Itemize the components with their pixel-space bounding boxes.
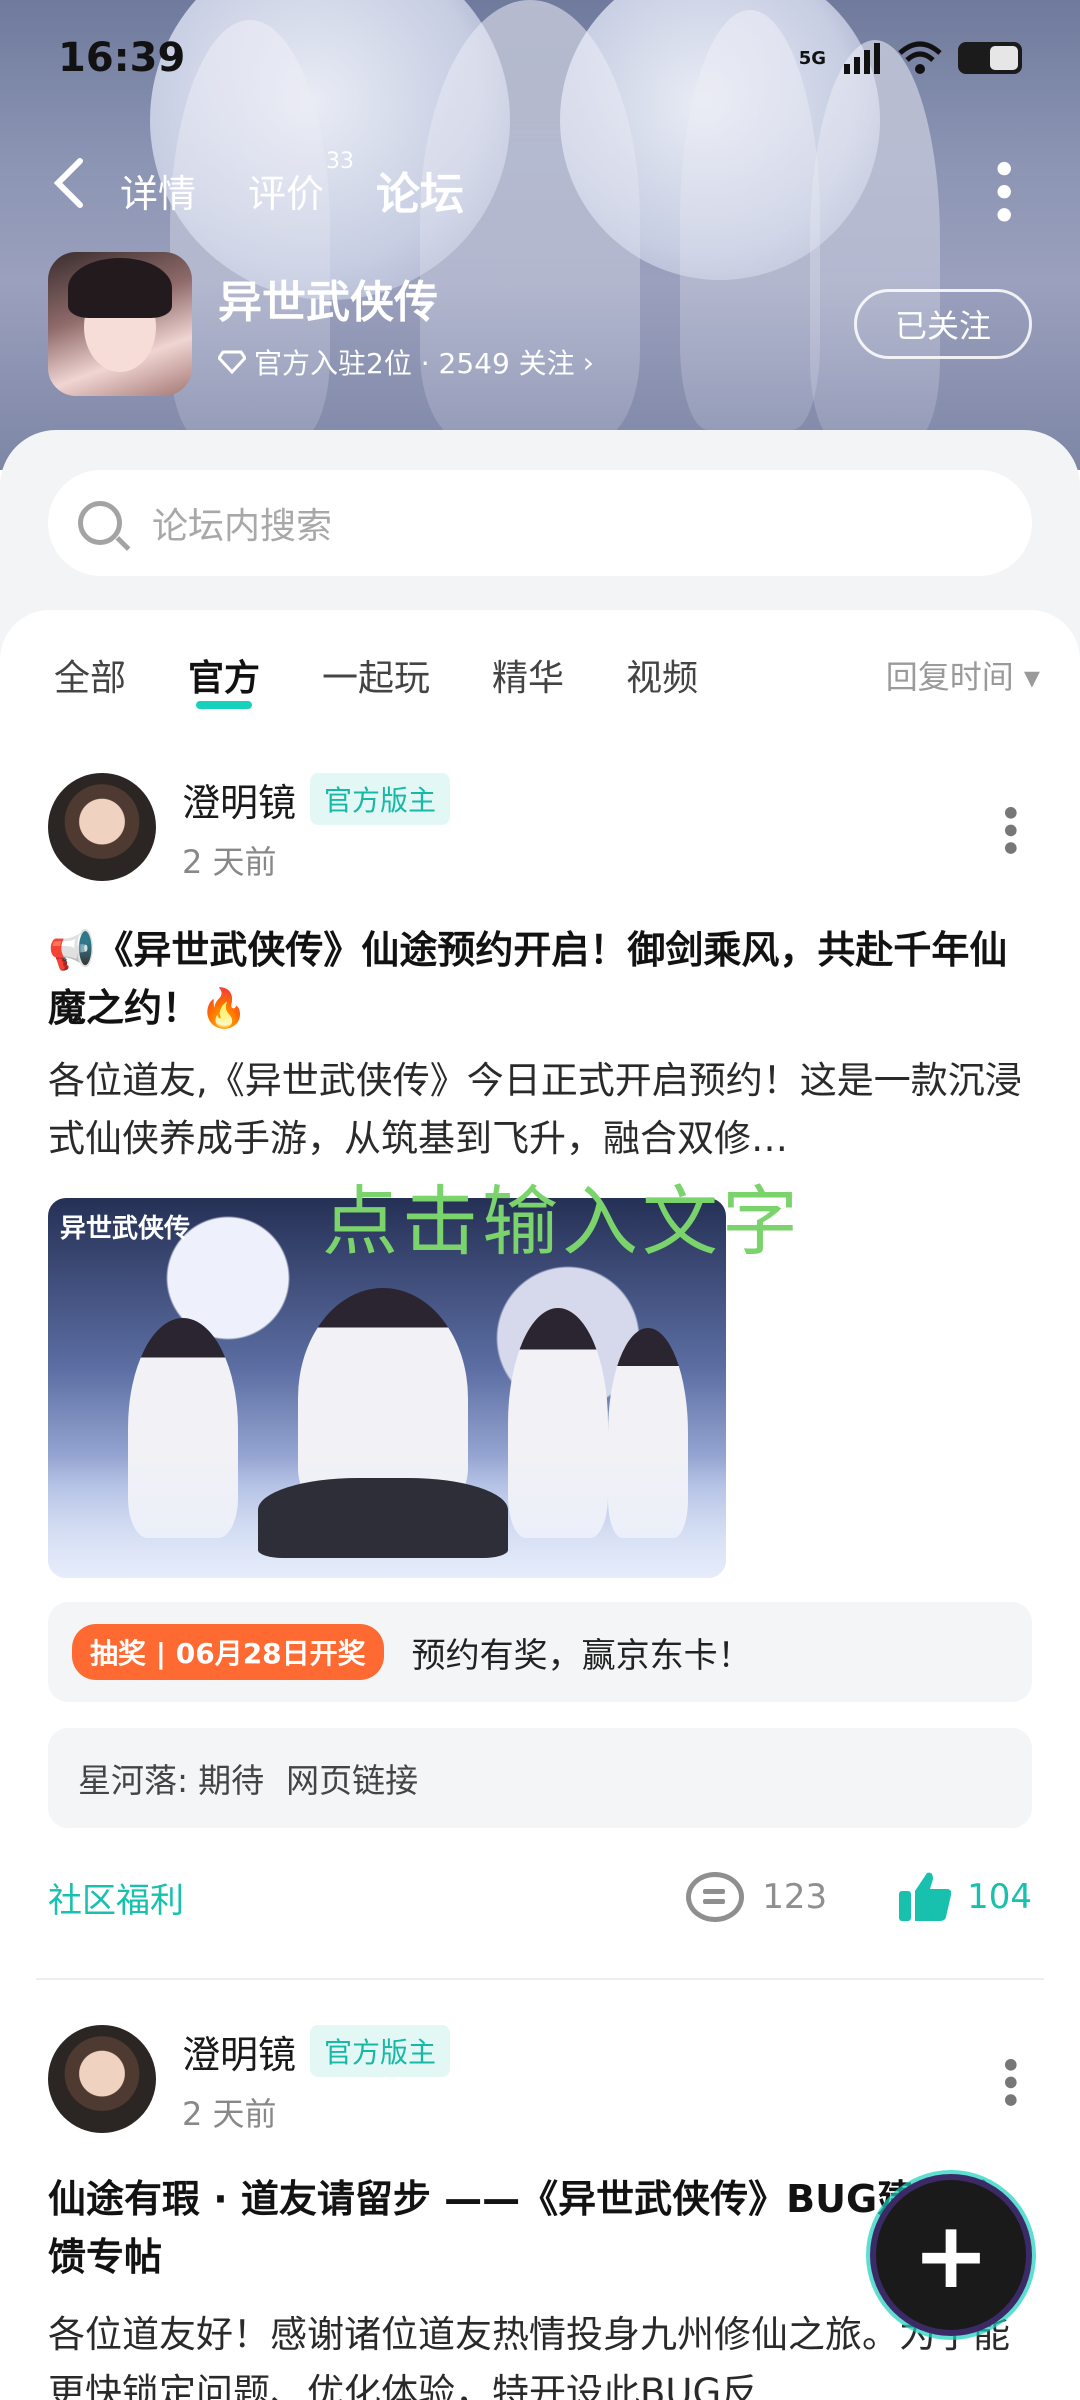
signal-icon (844, 43, 880, 74)
post-divider (36, 1978, 1044, 1980)
post-title[interactable]: 📢《异世武侠传》仙途预约开启！御剑乘风，共赴千年仙魔之约！🔥 (48, 921, 1020, 1037)
sort-dropdown[interactable]: 回复时间 ▾ (886, 652, 1040, 698)
post-header: 澄明镜 官方版主 2 天前 ••• (48, 2024, 1032, 2134)
tab-reviews-label: 评价 (248, 171, 325, 216)
comment-icon (686, 1872, 745, 1922)
image-rock (258, 1478, 508, 1558)
tab-reviews[interactable]: 评价 33 (248, 149, 354, 218)
role-badge: 官方版主 (310, 2025, 451, 2077)
diamond-icon (218, 350, 246, 374)
tab-forum-label: 论坛 (376, 169, 465, 220)
forum-search-input[interactable]: 论坛内搜索 (48, 470, 1032, 576)
input-text-overlay[interactable]: 点击输入文字 (322, 1160, 802, 1270)
comment-user: 星河落: (78, 1761, 189, 1800)
role-badge: 官方版主 (310, 773, 451, 825)
game-info: 异世武侠传 官方入驻2位 · 2549 关注 › (218, 266, 594, 382)
game-icon[interactable] (48, 252, 192, 396)
lottery-text: 预约有奖，赢京东卡！ (411, 1635, 752, 1676)
post-time: 2 天前 (182, 2094, 277, 2133)
status-bar: 16:39 5G (58, 30, 1022, 86)
author-line: 澄明镜 官方版主 (182, 2024, 451, 2079)
status-icons: 5G (799, 41, 1022, 75)
comment-count: 123 (762, 1877, 828, 1917)
top-nav: 详情 评价 33 论坛 ••• (50, 149, 1030, 230)
lottery-banner[interactable]: 抽奖 | 06月28日开奖 预约有奖，赢京东卡！ (48, 1602, 1032, 1702)
more-options-icon[interactable]: ••• (976, 155, 1030, 224)
filter-tabs: 全部 官方 一起玩 精华 视频 回复时间 ▾ (54, 640, 1040, 710)
filter-tab-video[interactable]: 视频 (626, 649, 698, 701)
review-count-badge: 33 (326, 148, 355, 174)
post-excerpt[interactable]: 各位道友好！感谢诸位道友热情投身九州修仙之旅。为了能更快锁定问题、优化体验，特开… (48, 2306, 1024, 2400)
create-post-button[interactable]: + (876, 2180, 1026, 2330)
chevron-right-icon: › (582, 345, 594, 379)
avatar[interactable] (48, 2025, 156, 2133)
filter-tab-all[interactable]: 全部 (54, 649, 126, 701)
post-title[interactable]: 仙途有瑕 · 道友请留步 ——《异世武侠传》BUG建议反馈专帖 (48, 2170, 1020, 2286)
thumbs-up-icon (899, 1872, 952, 1921)
avatar[interactable] (48, 773, 156, 881)
tab-forum[interactable]: 论坛 (376, 158, 465, 222)
comment-link[interactable]: 网页链接 (286, 1754, 418, 1802)
post-more-icon[interactable]: ••• (986, 801, 1032, 854)
game-header: 异世武侠传 官方入驻2位 · 2549 关注 › 已关注 (48, 250, 1032, 398)
top-comment[interactable]: 星河落: 期待 网页链接 (48, 1728, 1032, 1828)
comment-text: 期待 (198, 1761, 265, 1800)
game-meta[interactable]: 官方入驻2位 · 2549 关注 › (218, 342, 594, 382)
follow-button[interactable]: 已关注 (854, 289, 1032, 359)
search-placeholder: 论坛内搜索 (152, 506, 333, 547)
lottery-tag: 抽奖 | 06月28日开奖 (72, 1624, 384, 1680)
author-name[interactable]: 澄明镜 (182, 772, 296, 827)
filter-tab-featured[interactable]: 精华 (492, 649, 564, 701)
game-meta-text: 官方入驻2位 · 2549 关注 (254, 347, 575, 380)
tab-details[interactable]: 详情 (120, 163, 196, 218)
post-time: 2 天前 (182, 842, 277, 881)
comment-stat[interactable]: 123 (686, 1872, 827, 1922)
like-count: 104 (967, 1877, 1032, 1917)
game-title: 异世武侠传 (218, 277, 438, 328)
wifi-icon (898, 41, 942, 74)
author-name[interactable]: 澄明镜 (182, 2024, 296, 2079)
back-arrow-icon[interactable] (50, 155, 120, 225)
clock: 16:39 (58, 35, 186, 81)
post-category[interactable]: 社区福利 (48, 1873, 184, 1922)
filter-tab-official[interactable]: 官方 (188, 649, 260, 709)
author-block: 澄明镜 官方版主 2 天前 (182, 772, 451, 883)
network-label: 5G (798, 47, 826, 69)
battery-icon (958, 42, 1022, 74)
post-excerpt[interactable]: 各位道友,《异世武侠传》今日正式开启预约！这是一款沉浸式仙侠养成手游，从筑基到飞… (48, 1052, 1024, 1168)
image-logo: 异世武侠传 (60, 1214, 191, 1244)
author-line: 澄明镜 官方版主 (182, 772, 451, 827)
like-stat[interactable]: 104 (897, 1871, 1032, 1923)
author-block: 澄明镜 官方版主 2 天前 (182, 2024, 451, 2135)
filter-tab-play-together[interactable]: 一起玩 (322, 649, 430, 701)
post-footer: 社区福利 123 104 (48, 1862, 1032, 1932)
post-header: 澄明镜 官方版主 2 天前 ••• (48, 772, 1032, 882)
search-icon (78, 501, 122, 545)
tab-details-label: 详情 (120, 171, 197, 216)
post-more-icon[interactable]: ••• (986, 2053, 1032, 2106)
